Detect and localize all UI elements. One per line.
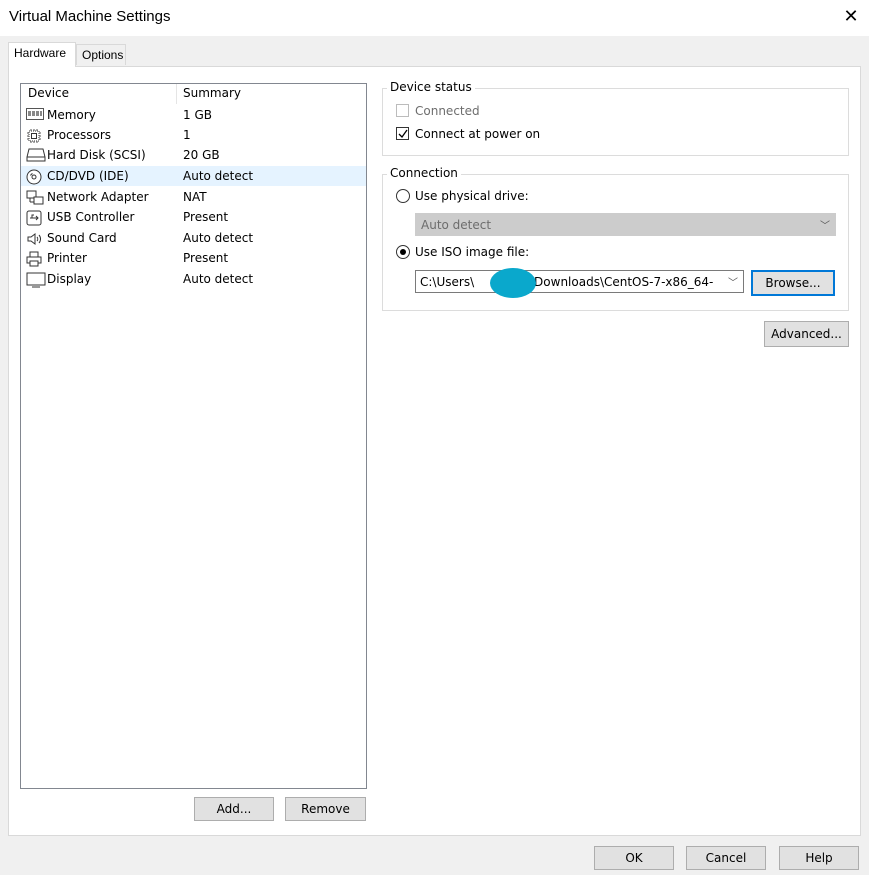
hard-disk-icon (26, 148, 46, 162)
cancel-button[interactable]: Cancel (686, 846, 766, 870)
device-name: Sound Card (47, 231, 117, 245)
window-title: Virtual Machine Settings (9, 8, 171, 25)
device-name: Printer (47, 251, 87, 265)
device-summary: 20 GB (183, 148, 220, 162)
device-summary: 1 GB (183, 108, 212, 122)
connection-legend: Connection (387, 166, 461, 180)
device-summary: Present (183, 210, 229, 224)
checkmark-icon (398, 129, 408, 139)
processor-icon (26, 128, 42, 143)
device-row-display[interactable]: Display Auto detect (21, 269, 366, 289)
chevron-down-icon: ﹀ (726, 274, 738, 289)
browse-button[interactable]: Browse... (751, 270, 835, 296)
device-name: CD/DVD (IDE) (47, 169, 129, 183)
connected-checkbox[interactable] (396, 104, 409, 117)
printer-icon (26, 251, 42, 267)
physical-drive-value: Auto detect (421, 218, 492, 232)
device-summary: Auto detect (183, 272, 254, 286)
device-name: Memory (47, 108, 96, 122)
device-row-cd-dvd[interactable]: CD/DVD (IDE) Auto detect (21, 166, 366, 186)
device-name: Display (47, 272, 92, 286)
device-row-hard-disk[interactable]: Hard Disk (SCSI) 20 GB (21, 145, 366, 165)
radio-dot (400, 249, 406, 255)
help-button[interactable]: Help (779, 846, 859, 870)
column-header-device[interactable]: Device (28, 86, 69, 100)
physical-drive-select[interactable]: Auto detect ﹀ (415, 213, 836, 236)
cd-dvd-icon (26, 169, 42, 185)
iso-path-suffix: \Downloads\CentOS-7-x86_64- (530, 275, 714, 289)
remove-hardware-button[interactable]: Remove (285, 797, 366, 821)
device-summary: Auto detect (183, 169, 254, 183)
device-summary: Auto detect (183, 231, 254, 245)
display-icon (26, 272, 46, 288)
device-name: USB Controller (47, 210, 135, 224)
use-physical-drive-label: Use physical drive: (415, 189, 529, 203)
device-row-usb-controller[interactable]: USB Controller Present (21, 207, 366, 227)
iso-path-combobox[interactable]: C:\Users\ \Downloads\CentOS-7-x86_64- ﹀ (415, 270, 744, 293)
close-icon[interactable]: ✕ (838, 4, 864, 30)
device-summary: NAT (183, 190, 207, 204)
device-name: Hard Disk (SCSI) (47, 148, 146, 162)
usb-icon (26, 210, 42, 226)
add-hardware-button[interactable]: Add... (194, 797, 274, 821)
connect-at-power-on-label: Connect at power on (415, 127, 541, 141)
device-summary: Present (183, 251, 229, 265)
memory-icon (26, 108, 44, 122)
column-divider[interactable] (176, 84, 177, 104)
device-row-sound-card[interactable]: Sound Card Auto detect (21, 228, 366, 248)
device-name: Processors (47, 128, 112, 142)
redaction-blob (490, 268, 536, 298)
device-summary: 1 (183, 128, 191, 142)
device-row-printer[interactable]: Printer Present (21, 248, 366, 268)
tab-options[interactable]: Options (76, 44, 126, 65)
tab-hardware[interactable]: Hardware (8, 42, 76, 67)
device-status-legend: Device status (387, 80, 475, 94)
iso-path-prefix: C:\Users\ (420, 275, 475, 289)
advanced-button[interactable]: Advanced... (764, 321, 849, 347)
column-header-summary[interactable]: Summary (183, 86, 241, 100)
device-name: Network Adapter (47, 190, 149, 204)
device-status-group (382, 88, 849, 156)
use-physical-drive-radio[interactable] (396, 189, 410, 203)
chevron-down-icon: ﹀ (820, 221, 830, 232)
ok-button[interactable]: OK (594, 846, 674, 870)
device-row-memory[interactable]: Memory 1 GB (21, 105, 366, 125)
connect-at-power-on-checkbox[interactable] (396, 127, 409, 140)
speaker-icon (26, 231, 42, 245)
device-row-network-adapter[interactable]: Network Adapter NAT (21, 187, 366, 207)
connected-label: Connected (415, 104, 480, 118)
use-iso-image-label: Use ISO image file: (415, 245, 530, 259)
network-adapter-icon (26, 190, 44, 205)
device-row-processors[interactable]: Processors 1 (21, 125, 366, 145)
use-iso-image-radio[interactable] (396, 245, 410, 259)
